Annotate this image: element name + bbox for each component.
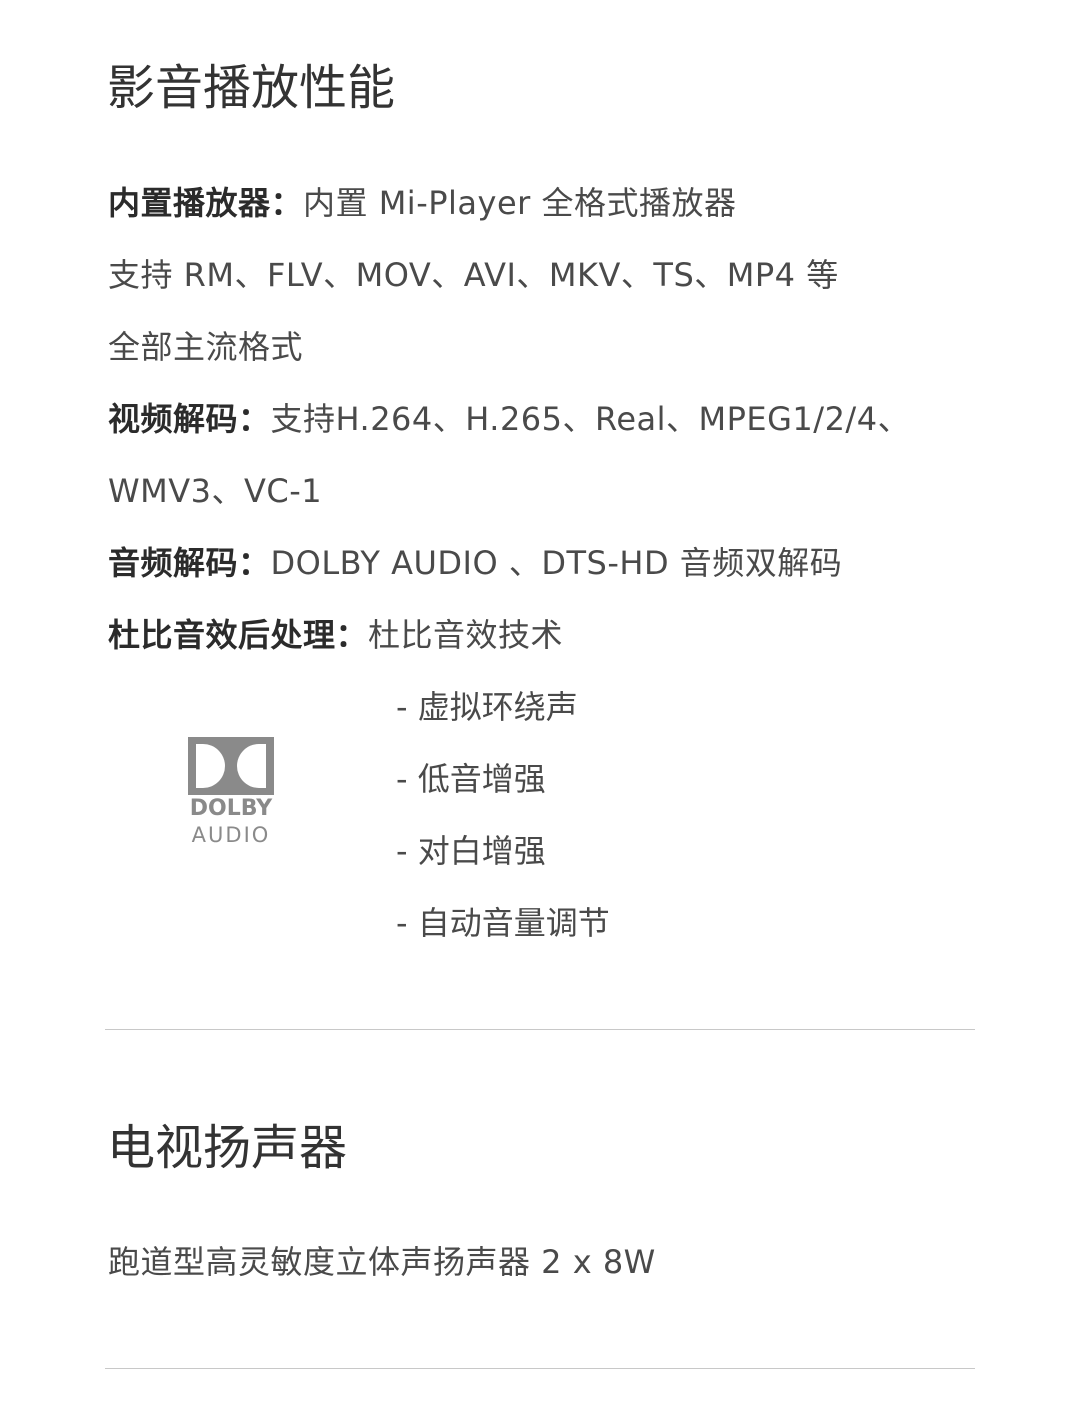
dolby-feature-item: - 低音增强 <box>396 760 546 798</box>
spec-formats-line-2: 全部主流格式 <box>108 328 304 366</box>
spec-label: 音频解码： <box>108 544 271 582</box>
spec-value: 杜比音效技术 <box>368 616 564 654</box>
spec-label: 内置播放器： <box>108 184 304 222</box>
spec-video-decoding-cont: WMV3、VC-1 <box>108 472 323 510</box>
dolby-double-d-icon <box>188 737 274 795</box>
section-title-av-performance: 影音播放性能 <box>107 60 396 116</box>
section-title-tv-speakers: 电视扬声器 <box>107 1120 348 1176</box>
spec-video-decoding: 视频解码：支持H.264、H.265、Real、MPEG1/2/4、 <box>108 403 910 435</box>
dolby-feature-item: - 自动音量调节 <box>396 904 610 942</box>
spec-builtin-player: 内置播放器：内置 Mi-Player 全格式播放器 <box>108 187 737 219</box>
dolby-feature-item: - 对白增强 <box>396 832 546 870</box>
dolby-feature-item: - 虚拟环绕声 <box>396 688 578 726</box>
spec-formats-line-1: 支持 RM、FLV、MOV、AVI、MKV、TS、MP4 等 <box>108 256 839 294</box>
spec-label: 杜比音效后处理： <box>108 616 369 654</box>
spec-value: DOLBY AUDIO 、DTS-HD 音频双解码 <box>270 544 843 582</box>
section-divider <box>105 1368 975 1369</box>
spec-dolby-processing: 杜比音效后处理：杜比音效技术 <box>108 619 563 651</box>
section-divider <box>105 1029 975 1030</box>
spec-speaker: 跑道型高灵敏度立体声扬声器 2 x 8W <box>108 1243 656 1281</box>
spec-audio-decoding: 音频解码：DOLBY AUDIO 、DTS-HD 音频双解码 <box>108 547 842 579</box>
dolby-logo-sub: AUDIO <box>191 823 271 847</box>
spec-value: 内置 Mi-Player 全格式播放器 <box>303 184 737 222</box>
spec-value: 支持H.264、H.265、Real、MPEG1/2/4、 <box>270 400 911 438</box>
dolby-audio-logo: DOLBY AUDIO <box>186 737 276 852</box>
dolby-logo-word: DOLBY <box>189 796 273 821</box>
spec-label: 视频解码： <box>108 400 271 438</box>
